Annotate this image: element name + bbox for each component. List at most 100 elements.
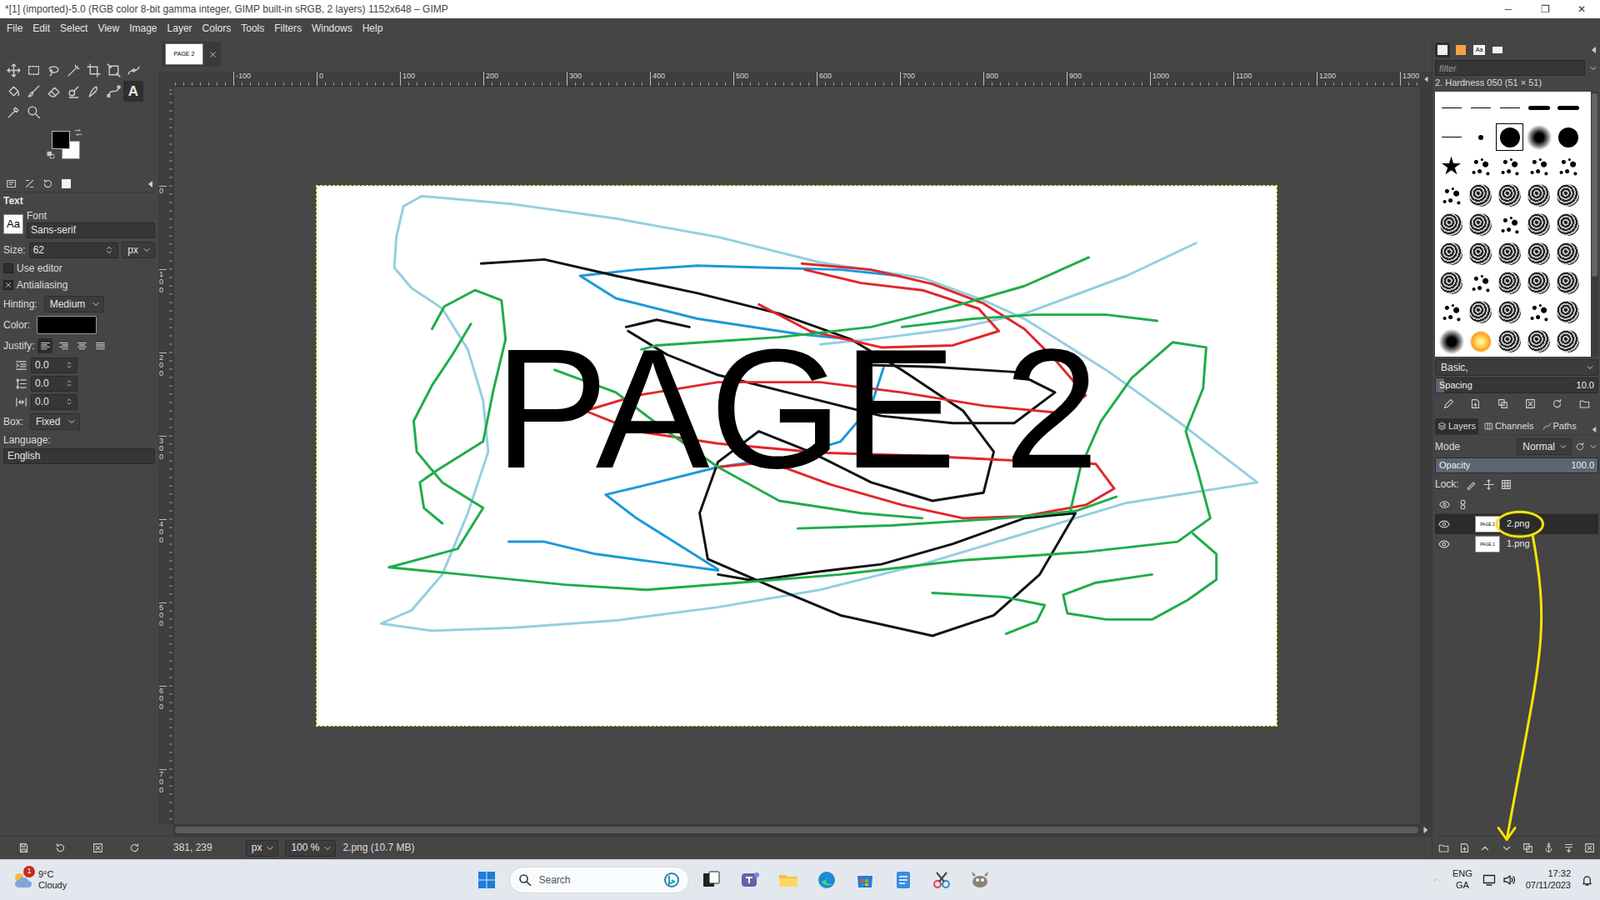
brush-item[interactable] (1436, 151, 1466, 181)
brush-item[interactable] (1524, 326, 1554, 356)
mode-options-button[interactable] (1588, 441, 1599, 452)
duplicate-brush-button[interactable] (1497, 398, 1509, 410)
checkbox[interactable] (3, 280, 14, 290)
configure-tab-button[interactable] (145, 179, 155, 190)
quick-settings[interactable] (1482, 873, 1516, 887)
undo-history-tab[interactable] (40, 176, 55, 192)
brush-item[interactable] (1553, 180, 1583, 210)
dock-tab[interactable]: Layers (1435, 418, 1479, 435)
line-spacing-field[interactable]: 0.0 (30, 375, 78, 392)
brush-item[interactable] (1524, 297, 1554, 327)
brush-item[interactable] (1553, 268, 1583, 298)
brush-item[interactable] (1495, 210, 1525, 240)
justify-center-button[interactable] (74, 338, 90, 354)
brush-item[interactable] (1465, 268, 1495, 298)
images-tab[interactable] (58, 176, 74, 192)
clone-tool[interactable] (63, 80, 84, 102)
menu-item[interactable]: Help (357, 22, 389, 35)
checkbox[interactable] (3, 263, 14, 274)
brush-item[interactable] (1495, 93, 1525, 123)
maximize-button[interactable]: ❐ (1526, 3, 1564, 16)
scrollbar-thumb[interactable] (175, 826, 1419, 834)
layer-visibility-toggle[interactable] (1435, 518, 1454, 530)
device-status-tab[interactable] (21, 176, 37, 192)
clock[interactable]: 17:3207/11/2023 (1525, 868, 1571, 892)
navigate-button[interactable] (1420, 824, 1432, 836)
brush-item[interactable] (1553, 239, 1583, 269)
brush-item[interactable] (1436, 297, 1466, 327)
eraser-tool[interactable] (43, 80, 64, 102)
brush-item[interactable] (1553, 210, 1583, 240)
new-layer-button[interactable] (1459, 842, 1470, 854)
zoom-tool[interactable] (23, 101, 44, 123)
brush-item[interactable] (1553, 122, 1583, 152)
box-select[interactable]: Fixed (30, 413, 80, 430)
brush-item[interactable] (1495, 297, 1525, 327)
zoom-select[interactable]: 100 % (285, 840, 336, 857)
brush-filter-input[interactable] (1435, 60, 1585, 76)
brush-item[interactable] (1495, 239, 1525, 269)
menu-item[interactable]: Layer (162, 22, 198, 35)
duplicate-layer-button[interactable] (1522, 842, 1534, 854)
fonts-tab[interactable]: Aa (1471, 42, 1487, 58)
brush-item[interactable] (1465, 180, 1495, 210)
fuzzy-select-tool[interactable] (63, 60, 84, 81)
edge-app[interactable] (810, 864, 843, 896)
weather-widget[interactable]: 19°CCloudy (11, 869, 229, 891)
unit-select[interactable]: px (245, 840, 280, 857)
notepad-app[interactable] (887, 864, 920, 896)
hinting-select[interactable]: Medium (44, 295, 105, 313)
close-button[interactable]: ✕ (1563, 3, 1600, 16)
brush-item[interactable] (1436, 93, 1466, 123)
brush-item[interactable] (1553, 93, 1583, 123)
brush-item[interactable] (1465, 297, 1495, 327)
justify-left-button[interactable] (37, 338, 53, 354)
bucket-fill-tool[interactable] (3, 80, 24, 102)
menu-item[interactable]: File (1, 22, 28, 35)
edit-brush-button[interactable] (1443, 398, 1455, 410)
brush-item[interactable] (1495, 122, 1525, 152)
menu-item[interactable]: Colors (197, 22, 237, 35)
delete-brush-button[interactable] (1525, 398, 1536, 410)
horizontal-scrollbar[interactable] (173, 824, 1420, 836)
menu-item[interactable]: View (92, 22, 125, 35)
show-hidden-icons-button[interactable] (1430, 874, 1443, 886)
font-preview-button[interactable]: Aa (3, 214, 24, 235)
paintbrush-tool[interactable] (23, 80, 44, 102)
foreground-color-swatch[interactable] (51, 130, 70, 150)
brush-item[interactable] (1553, 326, 1583, 356)
brush-item[interactable] (1436, 268, 1466, 298)
dock-tab[interactable]: Paths (1540, 418, 1580, 435)
menu-item[interactable]: Tools (235, 22, 270, 35)
swap-colors-button[interactable] (73, 127, 84, 138)
ruler-corner[interactable] (158, 71, 174, 87)
color-picker-tool[interactable] (3, 101, 24, 123)
store-app[interactable] (849, 864, 881, 896)
delete-layer-button[interactable] (1584, 842, 1595, 854)
lock-pixels-button[interactable] (1465, 479, 1477, 490)
brush-item[interactable] (1495, 180, 1525, 210)
brush-item[interactable] (1524, 93, 1554, 123)
refresh-brushes-button[interactable] (1551, 398, 1563, 410)
size-unit-select[interactable]: px (121, 241, 155, 259)
font-field[interactable]: Sans-serif (26, 222, 155, 239)
brush-item[interactable] (1436, 326, 1466, 356)
brushes-tab[interactable] (1435, 42, 1450, 58)
layer-row[interactable]: PAGE 11.png (1435, 534, 1599, 555)
tool-options-tab[interactable] (3, 176, 19, 192)
layer-visibility-toggle[interactable] (1435, 538, 1454, 550)
indent-field[interactable]: 0.0 (30, 357, 78, 374)
menu-item[interactable]: Windows (306, 22, 358, 35)
rect-select-tool[interactable] (23, 60, 44, 81)
warp-tool[interactable] (123, 60, 144, 81)
letter-spacing-field[interactable]: 0.0 (30, 394, 78, 410)
brush-item[interactable] (1524, 210, 1554, 240)
new-brush-button[interactable] (1470, 398, 1481, 410)
mode-switch-button[interactable] (1575, 441, 1585, 452)
language-field[interactable]: English (3, 448, 155, 465)
open-brush-button[interactable] (1579, 398, 1590, 410)
save-options-button[interactable] (18, 842, 30, 854)
brush-item[interactable] (1495, 268, 1525, 298)
menu-item[interactable]: Select (55, 22, 93, 35)
anchor-layer-button[interactable] (1543, 842, 1555, 854)
